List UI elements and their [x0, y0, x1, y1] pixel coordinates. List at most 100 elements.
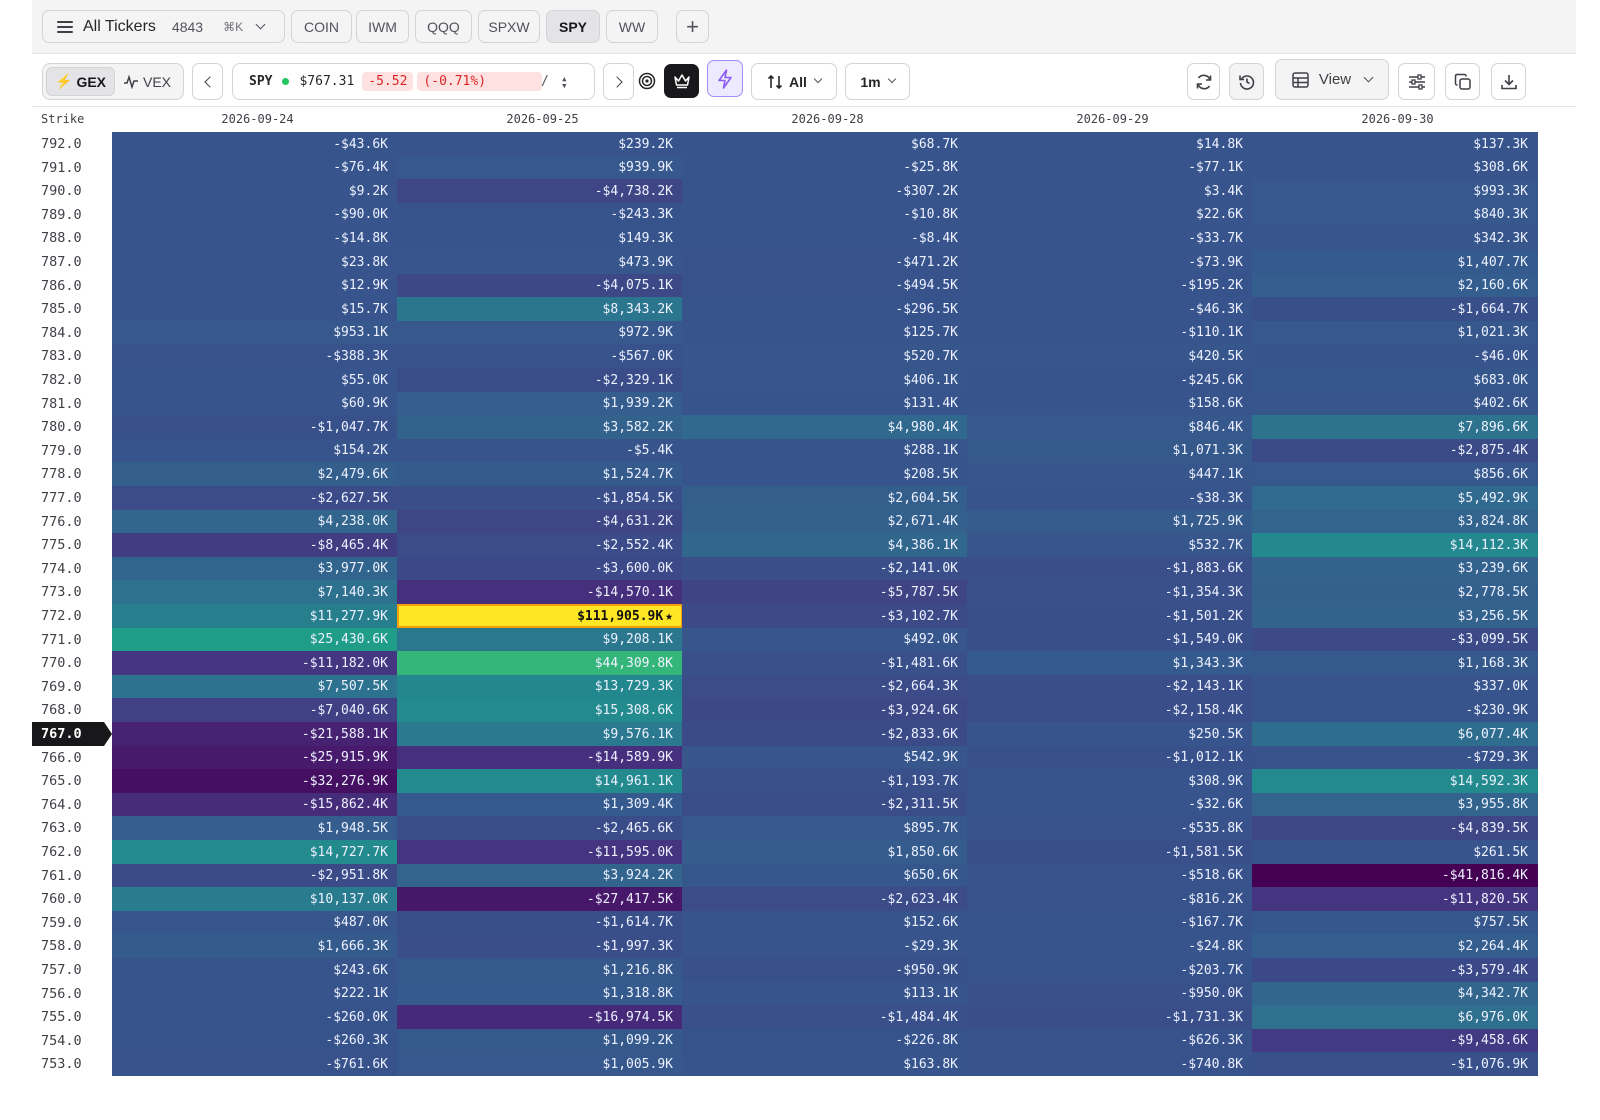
gex-cell[interactable]: $12.9K [112, 273, 398, 298]
gex-cell[interactable]: -$2,951.8K [112, 863, 398, 888]
gex-cell[interactable]: $4,980.4K [682, 415, 968, 440]
expiry-header[interactable]: 2026-09-24 [115, 107, 400, 131]
gex-cell[interactable]: $149.3K [397, 226, 683, 251]
tab-spxw[interactable]: SPXW [478, 10, 540, 43]
quote-box[interactable]: SPY $767.31 -5.52 (-0.71%) / ▴ ▾ [232, 63, 595, 100]
gex-cell[interactable]: -$740.8K [967, 1052, 1253, 1077]
gex-cell[interactable]: $23.8K [112, 250, 398, 274]
gex-cell[interactable]: $5,492.9K [1252, 486, 1538, 510]
gex-cell[interactable]: $895.7K [682, 816, 968, 841]
gex-cell[interactable]: $7,507.5K [112, 674, 398, 699]
gex-cell[interactable]: -$2,329.1K [397, 368, 683, 392]
gex-cell[interactable]: $856.6K [1252, 462, 1538, 487]
expiry-header[interactable]: 2026-09-28 [685, 107, 970, 131]
gex-cell[interactable]: $2,671.4K [682, 509, 968, 534]
gex-cell[interactable]: $3,977.0K [112, 556, 398, 581]
gex-cell[interactable]: -$226.8K [682, 1028, 968, 1053]
gex-cell[interactable]: $9.2K [112, 179, 398, 204]
gex-cell[interactable]: -$3,102.7K [682, 604, 968, 628]
interval-select[interactable]: 1m [845, 63, 910, 100]
gex-cell[interactable]: -$2,552.4K [397, 533, 683, 558]
gex-cell[interactable]: -$494.5K [682, 273, 968, 298]
gex-cell[interactable]: -$230.9K [1252, 698, 1538, 723]
gex-cell[interactable]: $68.7K [682, 132, 968, 156]
gex-cell[interactable]: -$3,579.4K [1252, 958, 1538, 982]
gex-cell[interactable]: $1,099.2K [397, 1028, 683, 1053]
target-button[interactable] [630, 64, 664, 98]
vex-toggle[interactable]: VEX [115, 67, 179, 96]
gex-cell[interactable]: -$1,481.6K [682, 651, 968, 676]
gex-cell[interactable]: $2,264.4K [1252, 934, 1538, 959]
gex-cell[interactable]: $7,140.3K [112, 580, 398, 605]
gex-cell[interactable]: -$195.2K [967, 273, 1253, 298]
gex-cell[interactable]: $2,778.5K [1252, 580, 1538, 605]
gex-cell[interactable]: $137.3K [1252, 132, 1538, 156]
filter-select[interactable]: All [751, 63, 837, 100]
gex-cell[interactable]: $3,955.8K [1252, 792, 1538, 817]
gex-cell[interactable]: $4,342.7K [1252, 981, 1538, 1006]
gex-toggle[interactable]: ⚡ GEX [46, 67, 116, 96]
gex-cell[interactable]: $4,386.1K [682, 533, 968, 558]
gex-cell[interactable]: -$38.3K [967, 486, 1253, 510]
gex-cell[interactable]: -$25,915.9K [112, 745, 398, 770]
gex-cell[interactable]: $532.7K [967, 533, 1253, 558]
tab-qqq[interactable]: QQQ [415, 10, 472, 43]
gex-cell[interactable]: -$11,182.0K [112, 651, 398, 676]
gex-cell[interactable]: $243.6K [112, 958, 398, 982]
gex-cell[interactable]: -$1,354.3K [967, 580, 1253, 605]
tab-ww[interactable]: WW [606, 10, 658, 43]
gex-cell[interactable]: -$32.6K [967, 792, 1253, 817]
gex-cell[interactable]: -$8,465.4K [112, 533, 398, 558]
gex-cell[interactable]: $683.0K [1252, 368, 1538, 392]
gex-cell[interactable]: $487.0K [112, 910, 398, 935]
prev-button[interactable] [192, 63, 223, 100]
gex-cell[interactable]: -$1,047.7K [112, 415, 398, 440]
copy-button[interactable] [1445, 63, 1480, 100]
expiry-header[interactable]: 2026-09-30 [1255, 107, 1540, 131]
gex-cell[interactable]: $239.2K [397, 132, 683, 156]
gex-cell[interactable]: -$1,076.9K [1252, 1052, 1538, 1077]
gex-cell[interactable]: -$14,570.1K [397, 580, 683, 605]
gex-cell[interactable]: $8,343.2K [397, 297, 683, 322]
gex-cell[interactable]: $1,005.9K [397, 1052, 683, 1077]
gex-cell[interactable]: -$16,974.5K [397, 1005, 683, 1030]
gex-cell[interactable]: -$203.7K [967, 958, 1253, 982]
gex-cell[interactable]: $3,582.2K [397, 415, 683, 440]
gex-cell[interactable]: $7,896.6K [1252, 415, 1538, 440]
gex-cell[interactable]: -$518.6K [967, 863, 1253, 888]
gex-cell[interactable]: $44,309.8K [397, 651, 683, 676]
gex-cell[interactable]: -$1,581.5K [967, 840, 1253, 864]
gex-cell[interactable]: $757.5K [1252, 910, 1538, 935]
view-select[interactable]: View [1275, 59, 1389, 100]
all-tickers-button[interactable]: All Tickers 4843 ⌘K [42, 10, 285, 43]
gex-cell[interactable]: $1,168.3K [1252, 651, 1538, 676]
gex-cell[interactable]: -$1,193.7K [682, 769, 968, 794]
gex-cell[interactable]: -$77.1K [967, 155, 1253, 180]
gex-cell[interactable]: $1,939.2K [397, 391, 683, 416]
gex-cell[interactable]: $1,407.7K [1252, 250, 1538, 274]
gex-cell[interactable]: -$2,627.5K [112, 486, 398, 510]
gex-cell[interactable]: $163.8K [682, 1052, 968, 1077]
gex-cell[interactable]: $308.9K [967, 769, 1253, 794]
gex-cell[interactable]: -$11,820.5K [1252, 887, 1538, 912]
gex-cell[interactable]: -$388.3K [112, 344, 398, 369]
gex-cell[interactable]: $1,666.3K [112, 934, 398, 959]
gex-cell[interactable]: -$15,862.4K [112, 792, 398, 817]
gex-cell[interactable]: $113.1K [682, 981, 968, 1006]
max-gex-cell[interactable]: $111,905.9K ★ [397, 604, 683, 628]
gex-cell[interactable]: $261.5K [1252, 840, 1538, 864]
gex-cell[interactable]: -$27,417.5K [397, 887, 683, 912]
gex-cell[interactable]: -$4,839.5K [1252, 816, 1538, 841]
gex-cell[interactable]: -$816.2K [967, 887, 1253, 912]
gex-cell[interactable]: $1,071.3K [967, 438, 1253, 463]
gex-cell[interactable]: -$2,143.1K [967, 674, 1253, 699]
gex-cell[interactable]: $1,725.9K [967, 509, 1253, 534]
gex-cell[interactable]: $406.1K [682, 368, 968, 392]
gex-cell[interactable]: -$626.3K [967, 1028, 1253, 1053]
expiry-header[interactable]: 2026-09-25 [400, 107, 685, 131]
gex-cell[interactable]: $22.6K [967, 202, 1253, 227]
gex-cell[interactable]: $11,277.9K [112, 604, 398, 628]
gex-cell[interactable]: $3.4K [967, 179, 1253, 204]
gex-cell[interactable]: -$245.6K [967, 368, 1253, 392]
gex-cell[interactable]: $25,430.6K [112, 627, 398, 652]
